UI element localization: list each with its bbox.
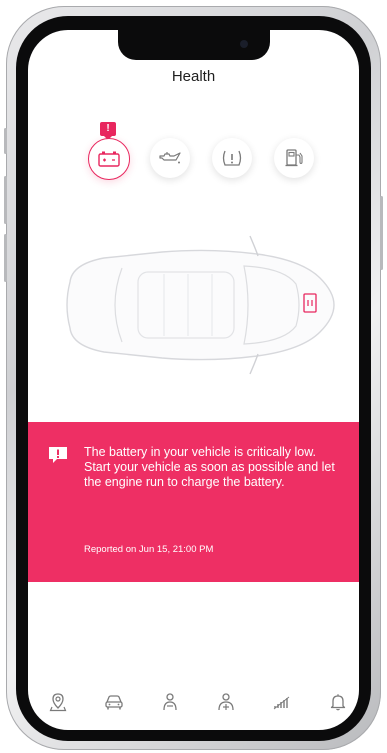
tab-health[interactable]	[212, 688, 240, 716]
alert-message: The battery in your vehicle is criticall…	[84, 445, 335, 489]
page-title: Health	[171, 68, 216, 85]
fuel-pump-icon	[285, 149, 303, 167]
front-camera	[240, 40, 248, 48]
status-icon-row: !	[28, 122, 359, 182]
tab-notifications[interactable]	[324, 688, 352, 716]
car-icon	[105, 695, 123, 710]
tab-vehicle[interactable]	[100, 688, 128, 716]
driver-icon	[163, 693, 177, 711]
bottom-tab-bar	[28, 688, 359, 722]
signal-bars-icon	[273, 696, 290, 710]
alert-badge: !	[100, 122, 116, 140]
car-body	[66, 249, 335, 361]
tab-signal[interactable]	[268, 688, 296, 716]
vehicle-top-view	[66, 235, 335, 375]
mute-switch	[4, 128, 7, 154]
health-icon	[218, 693, 234, 711]
tab-location[interactable]	[44, 688, 72, 716]
notch	[118, 30, 270, 60]
power-button	[380, 196, 383, 270]
oil-can-icon	[159, 152, 181, 164]
fuel-status-button[interactable]	[274, 138, 314, 178]
volume-down-button	[4, 234, 7, 282]
tire-pressure-icon	[222, 150, 242, 166]
battery-status-button[interactable]	[88, 138, 130, 180]
oil-status-button[interactable]	[150, 138, 190, 178]
battery-icon	[98, 151, 120, 167]
alert-timestamp: Reported on Jun 15, 21:00 PM	[84, 544, 214, 555]
alert-message-icon	[49, 447, 67, 463]
tab-driver[interactable]	[156, 688, 184, 716]
location-pin-icon	[49, 693, 67, 712]
page: Health ! The battery in your vehicle is …	[0, 0, 387, 753]
tire-status-button[interactable]	[212, 138, 252, 178]
battery-alert-banner[interactable]: The battery in your vehicle is criticall…	[28, 422, 359, 582]
bell-icon	[330, 694, 346, 711]
volume-up-button	[4, 176, 7, 224]
screen: Health ! The battery in your vehicle is …	[28, 30, 359, 730]
